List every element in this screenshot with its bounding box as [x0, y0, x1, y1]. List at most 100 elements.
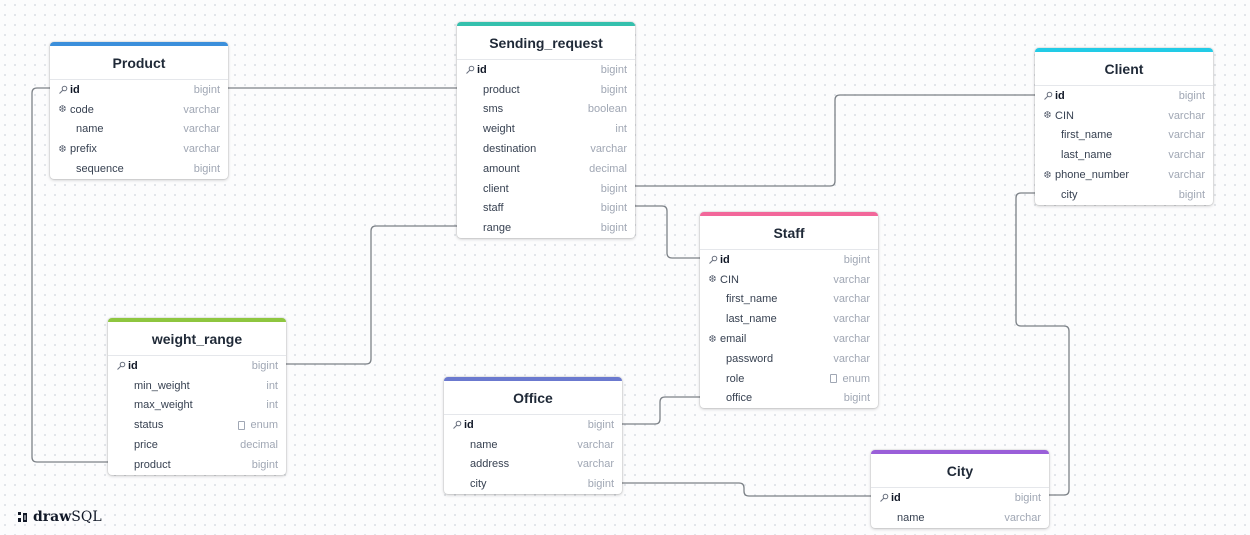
column-row-address[interactable]: address varchar: [444, 455, 622, 475]
column-label: id: [1042, 90, 1065, 102]
column-name: sequence: [76, 163, 124, 176]
column-row-last_name[interactable]: last_name varchar: [700, 309, 878, 329]
logo-text-bold: draw: [33, 509, 72, 525]
column-type: varchar: [833, 313, 870, 325]
column-spacer: [464, 183, 475, 194]
column-type-label: enum: [842, 372, 870, 385]
column-label: role: [707, 373, 744, 385]
column-label: name: [451, 439, 498, 451]
table-title[interactable]: Staff: [773, 225, 804, 241]
column-row-status[interactable]: status enum: [108, 415, 286, 435]
column-name: phone_number: [1055, 169, 1130, 182]
column-type-label: bigint: [587, 418, 614, 431]
column-row-amount[interactable]: amount decimal: [457, 159, 635, 179]
column-name: CIN: [1055, 109, 1074, 122]
column-row-role[interactable]: role enum: [700, 369, 878, 389]
column-name: CIN: [720, 273, 739, 286]
column-type-label: varchar: [183, 143, 220, 156]
column-row-cin[interactable]: ❆ CIN varchar: [700, 270, 878, 290]
column-row-last_name[interactable]: last_name varchar: [1035, 145, 1213, 165]
column-row-sequence[interactable]: sequence bigint: [50, 159, 228, 179]
column-label: staff: [464, 202, 504, 214]
drawsql-logo-icon: [18, 512, 27, 522]
column-name: client: [483, 182, 509, 195]
column-row-id[interactable]: id bigint: [700, 250, 878, 270]
column-row-code[interactable]: ❆ code varchar: [50, 100, 228, 120]
table-product[interactable]: Product id bigint ❆ code varchar name varchar ❆ p…: [50, 42, 228, 179]
primary-key-icon: [57, 84, 68, 95]
column-row-name[interactable]: name varchar: [871, 508, 1049, 528]
table-city[interactable]: City id bigint name varchar: [871, 450, 1049, 528]
column-row-client[interactable]: client bigint: [457, 179, 635, 199]
column-spacer: [707, 353, 718, 364]
column-type-label: bigint: [843, 392, 870, 405]
diagram-canvas[interactable]: Product id bigint ❆ code varchar name varchar ❆ p…: [0, 0, 1250, 535]
column-label: id: [57, 84, 80, 96]
column-row-password[interactable]: password varchar: [700, 349, 878, 369]
column-type: varchar: [183, 104, 220, 116]
table-office[interactable]: Office id bigint name varchar address varchar c…: [444, 377, 622, 495]
table-sending-request[interactable]: Sending_request id bigint product bigint sms b…: [457, 22, 635, 239]
rel-range-line: [286, 225, 457, 365]
column-name: staff: [483, 202, 504, 215]
column-row-city[interactable]: city bigint: [1035, 185, 1213, 205]
table-header[interactable]: Sending_request: [457, 26, 635, 60]
column-row-weight[interactable]: weight int: [457, 119, 635, 139]
table-client[interactable]: Client id bigint ❆ CIN varchar first_name varch…: [1035, 48, 1213, 205]
table-header[interactable]: City: [871, 454, 1049, 488]
column-row-first_name[interactable]: first_name varchar: [700, 290, 878, 310]
column-type-label: varchar: [1168, 149, 1205, 162]
table-header[interactable]: Client: [1035, 52, 1213, 86]
column-row-phone_number[interactable]: ❆ phone_number varchar: [1035, 165, 1213, 185]
column-row-cin[interactable]: ❆ CIN varchar: [1035, 106, 1213, 126]
table-header[interactable]: Staff: [700, 216, 878, 250]
column-type-label: bigint: [600, 202, 627, 215]
table-title[interactable]: Sending_request: [489, 35, 603, 51]
table-title[interactable]: Client: [1105, 61, 1144, 77]
column-row-name[interactable]: name varchar: [50, 120, 228, 140]
column-spacer: [57, 164, 68, 175]
table-title[interactable]: City: [947, 463, 973, 479]
table-title[interactable]: Office: [513, 390, 553, 406]
column-row-id[interactable]: id bigint: [1035, 86, 1213, 106]
column-type-label: bigint: [600, 83, 627, 96]
column-type: decimal: [589, 163, 627, 175]
column-spacer: [464, 84, 475, 95]
column-spacer: [1042, 150, 1053, 161]
table-header[interactable]: weight_range: [108, 322, 286, 356]
unique-index-icon: ❆: [58, 104, 67, 116]
column-row-min_weight[interactable]: min_weight int: [108, 376, 286, 396]
table-staff[interactable]: Staff id bigint ❆ CIN varchar first_name varcha…: [700, 212, 878, 409]
column-row-price[interactable]: price decimal: [108, 435, 286, 455]
column-name: name: [470, 438, 498, 451]
column-spacer: [464, 223, 475, 234]
column-label: ❆ prefix: [57, 143, 97, 155]
table-header[interactable]: Office: [444, 381, 622, 415]
column-row-id[interactable]: id bigint: [50, 80, 228, 100]
column-row-email[interactable]: ❆ email varchar: [700, 329, 878, 349]
column-spacer: [115, 400, 126, 411]
column-label: sequence: [57, 163, 124, 175]
column-label: id: [878, 492, 901, 504]
table-title[interactable]: weight_range: [152, 331, 242, 347]
column-row-first_name[interactable]: first_name varchar: [1035, 126, 1213, 146]
column-row-max_weight[interactable]: max_weight int: [108, 396, 286, 416]
column-row-city[interactable]: city bigint: [444, 474, 622, 494]
column-row-range[interactable]: range bigint: [457, 218, 635, 238]
column-row-staff[interactable]: staff bigint: [457, 199, 635, 219]
column-row-sms[interactable]: sms boolean: [457, 100, 635, 120]
column-row-product[interactable]: product bigint: [457, 80, 635, 100]
column-row-prefix[interactable]: ❆ prefix varchar: [50, 139, 228, 159]
column-row-id[interactable]: id bigint: [108, 356, 286, 376]
column-row-destination[interactable]: destination varchar: [457, 139, 635, 159]
column-row-product[interactable]: product bigint: [108, 455, 286, 475]
enum-icon: [238, 420, 246, 430]
column-row-id[interactable]: id bigint: [457, 60, 635, 80]
table-title[interactable]: Product: [113, 55, 166, 71]
column-row-office[interactable]: office bigint: [700, 389, 878, 409]
column-row-id[interactable]: id bigint: [444, 415, 622, 435]
table-weight-range[interactable]: weight_range id bigint min_weight int max_wei…: [108, 318, 286, 475]
column-row-id[interactable]: id bigint: [871, 488, 1049, 508]
column-row-name[interactable]: name varchar: [444, 435, 622, 455]
table-header[interactable]: Product: [50, 46, 228, 80]
